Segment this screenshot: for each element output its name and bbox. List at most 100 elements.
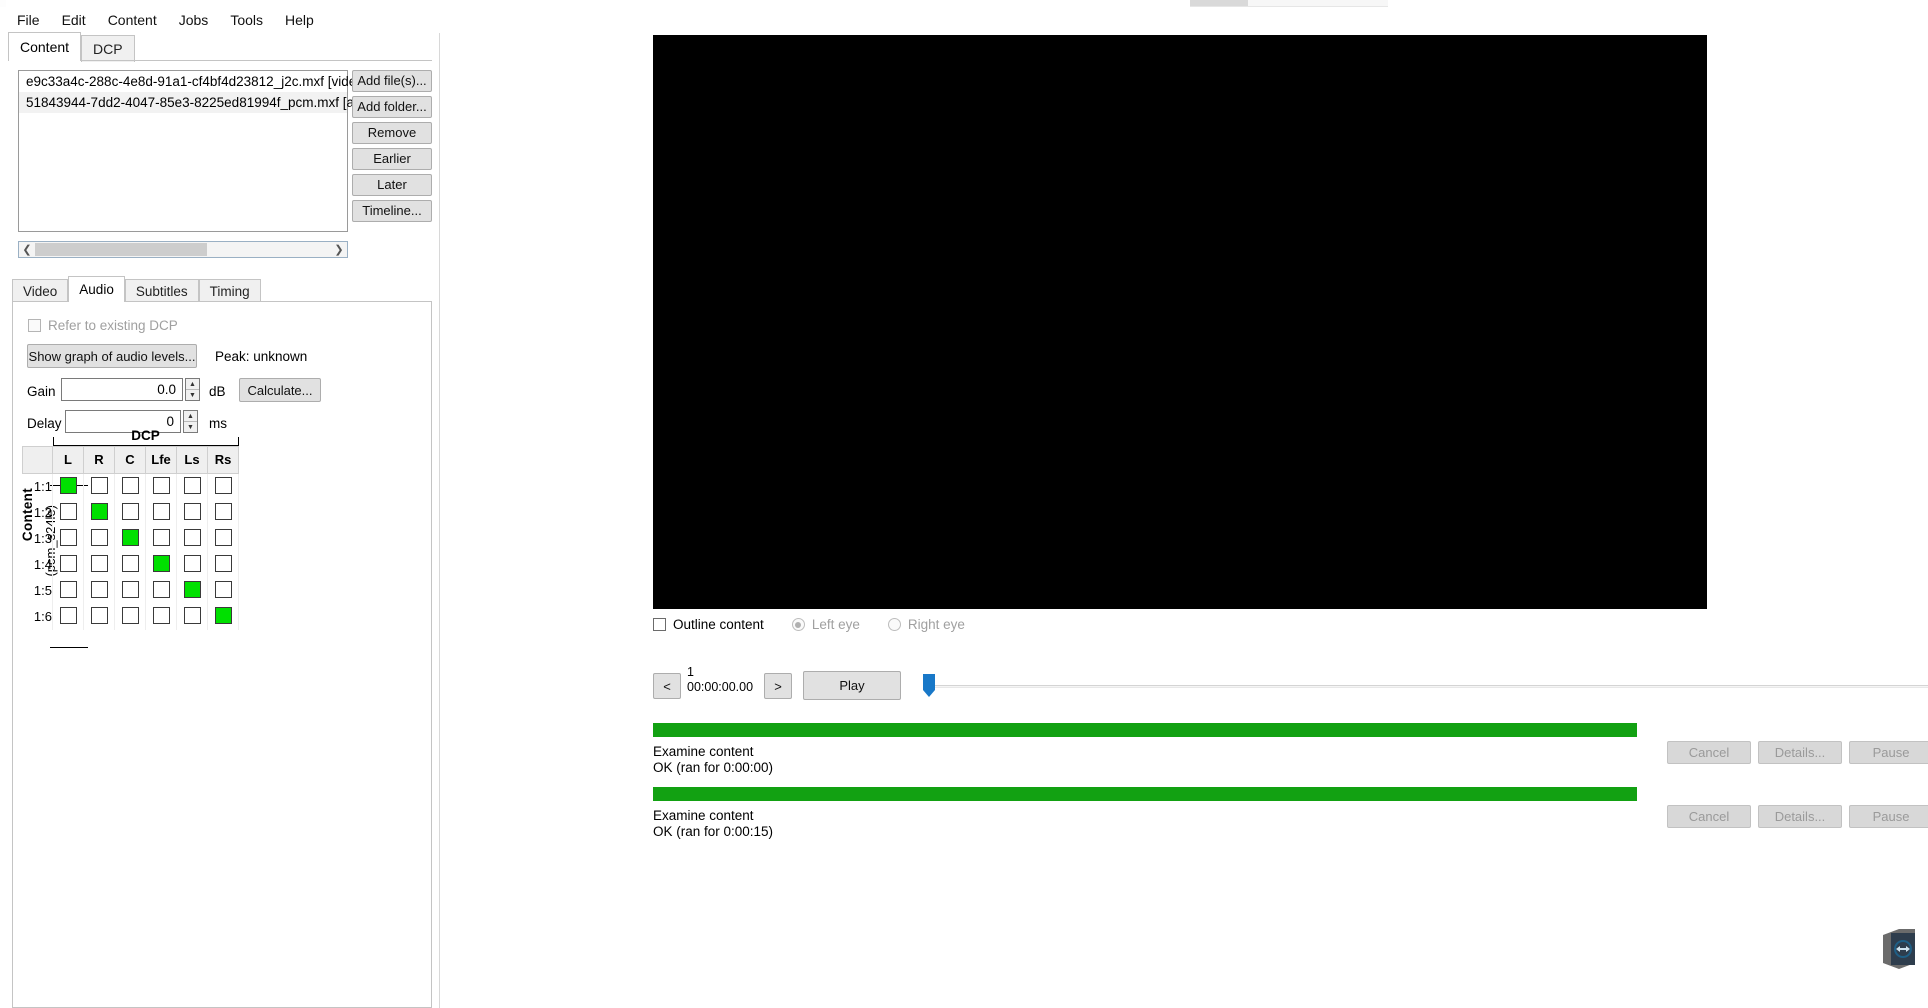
matrix-cell-1-5-l[interactable] — [52, 577, 84, 604]
later-button[interactable]: Later — [352, 174, 432, 196]
matrix-cell-1-5-lfe[interactable] — [145, 577, 177, 604]
matrix-cell-unchecked[interactable] — [59, 606, 77, 624]
tab-audio[interactable]: Audio — [68, 276, 125, 302]
scrollbar-thumb[interactable] — [35, 243, 207, 256]
refer-existing-dcp-checkbox[interactable] — [28, 319, 41, 332]
matrix-cell-unchecked[interactable] — [90, 554, 108, 572]
chevron-left-icon[interactable]: ❮ — [19, 243, 35, 256]
matrix-cell-1-4-l[interactable] — [52, 551, 84, 578]
matrix-cell-1-4-lfe[interactable] — [145, 551, 177, 578]
matrix-cell-1-3-ls[interactable] — [176, 525, 208, 552]
matrix-cell-1-4-r[interactable] — [83, 551, 115, 578]
job-pause-button[interactable]: Pause — [1849, 805, 1928, 828]
matrix-cell-1-2-r[interactable] — [83, 499, 115, 526]
left-eye-radio[interactable] — [791, 618, 805, 631]
tab-video[interactable]: Video — [12, 279, 69, 303]
job-cancel-button[interactable]: Cancel — [1667, 741, 1751, 764]
matrix-cell-unchecked[interactable] — [183, 554, 201, 572]
calculate-gain-button[interactable]: Calculate... — [239, 378, 321, 402]
gain-stepper[interactable]: ▲ ▼ — [185, 378, 200, 401]
audio-mapping-matrix[interactable]: DCP L R C Lfe Ls Rs 1:1 1:2 1:3 1:4 1:5 … — [22, 428, 239, 630]
matrix-cell-unchecked[interactable] — [90, 580, 108, 598]
stepper-down-icon[interactable]: ▼ — [186, 390, 199, 400]
matrix-cell-checked[interactable] — [121, 528, 139, 546]
job-details-button[interactable]: Details... — [1758, 805, 1842, 828]
matrix-cell-1-3-c[interactable] — [114, 525, 146, 552]
matrix-cell-1-6-c[interactable] — [114, 603, 146, 630]
menu-item-content[interactable]: Content — [97, 9, 168, 31]
matrix-cell-1-6-lfe[interactable] — [145, 603, 177, 630]
matrix-cell-1-2-rs[interactable] — [207, 499, 239, 526]
stepper-up-icon[interactable]: ▲ — [186, 379, 199, 390]
matrix-cell-checked[interactable] — [183, 580, 201, 598]
matrix-cell-unchecked[interactable] — [214, 554, 232, 572]
stepper-up-icon[interactable]: ▲ — [184, 411, 197, 422]
matrix-cell-1-4-c[interactable] — [114, 551, 146, 578]
job-details-button[interactable]: Details... — [1758, 741, 1842, 764]
matrix-cell-1-2-c[interactable] — [114, 499, 146, 526]
menu-item-tools[interactable]: Tools — [219, 9, 274, 31]
matrix-cell-unchecked[interactable] — [59, 554, 77, 572]
matrix-cell-checked[interactable] — [214, 606, 232, 624]
matrix-cell-1-5-c[interactable] — [114, 577, 146, 604]
matrix-cell-checked[interactable] — [90, 502, 108, 520]
content-file-list[interactable]: e9c33a4c-288c-4e8d-91a1-cf4bf4d23812_j2c… — [18, 70, 383, 232]
matrix-cell-unchecked[interactable] — [183, 502, 201, 520]
seek-slider-track[interactable] — [925, 685, 1928, 688]
matrix-cell-1-5-rs[interactable] — [207, 577, 239, 604]
seek-slider-handle[interactable] — [921, 674, 937, 698]
matrix-cell-checked[interactable] — [152, 554, 170, 572]
earlier-button[interactable]: Earlier — [352, 148, 432, 170]
matrix-cell-1-4-ls[interactable] — [176, 551, 208, 578]
menu-item-edit[interactable]: Edit — [51, 9, 97, 31]
matrix-cell-unchecked[interactable] — [121, 502, 139, 520]
refer-existing-dcp-row[interactable]: Refer to existing DCP — [28, 318, 178, 333]
tab-subtitles[interactable]: Subtitles — [124, 279, 199, 303]
matrix-cell-unchecked[interactable] — [152, 606, 170, 624]
matrix-cell-unchecked[interactable] — [121, 476, 139, 494]
matrix-cell-unchecked[interactable] — [90, 606, 108, 624]
menu-item-jobs[interactable]: Jobs — [168, 9, 220, 31]
tab-dcp[interactable]: DCP — [81, 35, 135, 62]
matrix-cell-unchecked[interactable] — [121, 554, 139, 572]
gain-input[interactable]: 0.0 — [61, 378, 183, 401]
add-folder-button[interactable]: Add folder... — [352, 96, 432, 118]
menu-item-file[interactable]: File — [6, 9, 51, 31]
file-list-horizontal-scrollbar[interactable]: ❮ ❯ — [18, 241, 348, 258]
matrix-cell-1-2-ls[interactable] — [176, 499, 208, 526]
matrix-cell-unchecked[interactable] — [214, 502, 232, 520]
matrix-cell-1-4-rs[interactable] — [207, 551, 239, 578]
matrix-cell-1-6-ls[interactable] — [176, 603, 208, 630]
matrix-cell-unchecked[interactable] — [183, 476, 201, 494]
video-preview[interactable] — [653, 35, 1707, 609]
job-cancel-button[interactable]: Cancel — [1667, 805, 1751, 828]
matrix-cell-1-6-rs[interactable] — [207, 603, 239, 630]
matrix-cell-1-1-l[interactable] — [52, 473, 84, 500]
remove-button[interactable]: Remove — [352, 122, 432, 144]
remote-control-icon[interactable] — [1869, 925, 1915, 975]
matrix-cell-1-2-l[interactable] — [52, 499, 84, 526]
play-button[interactable]: Play — [803, 671, 901, 700]
matrix-cell-unchecked[interactable] — [152, 528, 170, 546]
matrix-cell-unchecked[interactable] — [121, 580, 139, 598]
matrix-cell-checked[interactable] — [59, 476, 77, 494]
matrix-cell-1-3-l[interactable] — [52, 525, 84, 552]
matrix-cell-1-1-r[interactable] — [83, 473, 115, 500]
matrix-cell-unchecked[interactable] — [152, 502, 170, 520]
matrix-cell-1-2-lfe[interactable] — [145, 499, 177, 526]
matrix-cell-unchecked[interactable] — [90, 476, 108, 494]
list-item[interactable]: 51843944-7dd2-4047-85e3-8225ed81994f_pcm… — [19, 92, 383, 113]
matrix-cell-1-5-ls[interactable] — [176, 577, 208, 604]
matrix-cell-unchecked[interactable] — [214, 528, 232, 546]
matrix-cell-1-1-lfe[interactable] — [145, 473, 177, 500]
matrix-cell-1-1-rs[interactable] — [207, 473, 239, 500]
chevron-right-icon[interactable]: ❯ — [331, 243, 347, 256]
matrix-cell-1-3-rs[interactable] — [207, 525, 239, 552]
matrix-cell-1-5-r[interactable] — [83, 577, 115, 604]
outline-content-checkbox[interactable] — [653, 618, 666, 631]
matrix-cell-unchecked[interactable] — [214, 476, 232, 494]
menu-item-help[interactable]: Help — [274, 9, 325, 31]
right-eye-radio[interactable] — [887, 618, 901, 631]
matrix-cell-unchecked[interactable] — [183, 528, 201, 546]
matrix-cell-unchecked[interactable] — [59, 528, 77, 546]
